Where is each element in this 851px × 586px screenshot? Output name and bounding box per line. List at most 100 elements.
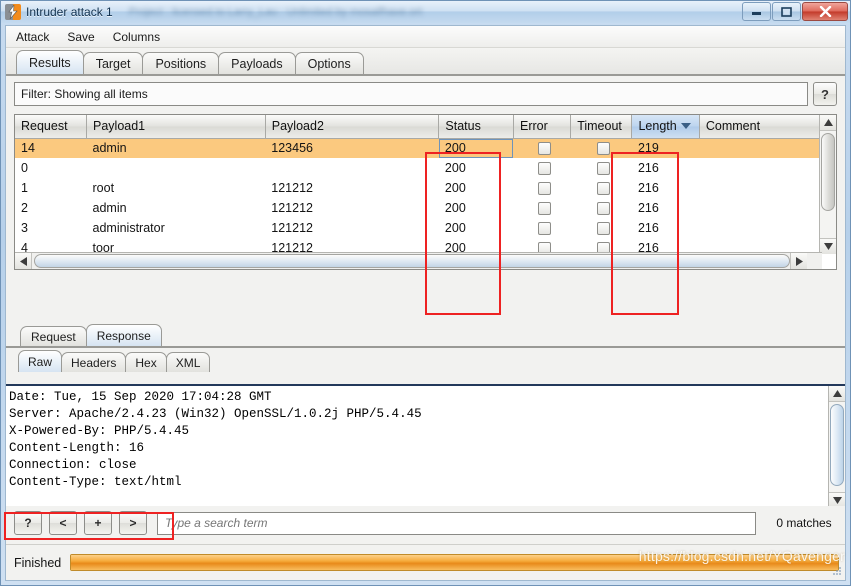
tab-target[interactable]: Target — [82, 52, 144, 74]
scroll-up-icon[interactable] — [819, 115, 836, 131]
close-button[interactable] — [802, 2, 848, 21]
timeout-checkbox[interactable] — [597, 222, 611, 236]
search-help-button[interactable]: ? — [14, 511, 42, 535]
tab-options[interactable]: Options — [294, 52, 364, 74]
tab-payloads[interactable]: Payloads — [218, 52, 296, 74]
cell-timeout[interactable] — [571, 218, 632, 238]
cell-payload2: 123456 — [265, 138, 439, 158]
response-scroll-track[interactable] — [828, 402, 845, 492]
column-header-timeout[interactable]: Timeout — [570, 115, 633, 139]
cell-payload2: 121212 — [271, 201, 313, 215]
tab-results[interactable]: Results — [16, 50, 84, 74]
cell-error[interactable] — [513, 198, 570, 218]
cell-status: 200 — [444, 181, 466, 195]
cell-timeout[interactable] — [571, 198, 632, 218]
tab-xml[interactable]: XML — [165, 352, 211, 372]
tab-headers[interactable]: Headers — [61, 352, 127, 372]
column-header-error[interactable]: Error — [513, 115, 572, 139]
timeout-checkbox[interactable] — [597, 162, 611, 176]
cell-error[interactable] — [513, 218, 570, 238]
resize-grip-icon[interactable] — [830, 566, 842, 578]
cell-length: 216 — [637, 181, 659, 195]
search-add-button[interactable]: + — [84, 511, 112, 535]
results-table-vertical-scrollbar[interactable] — [819, 115, 836, 254]
message-panel: Request Response Raw Headers Hex XML Dat… — [6, 322, 845, 544]
column-header-comment[interactable]: Comment — [699, 115, 822, 139]
table-row[interactable]: 3 administrator 121212 200 216 — [15, 218, 822, 238]
error-checkbox[interactable] — [538, 182, 552, 196]
cell-timeout[interactable] — [570, 138, 632, 158]
response-body-viewer[interactable]: Date: Tue, 15 Sep 2020 17:04:28 GMT Serv… — [6, 384, 845, 506]
tab-positions[interactable]: Positions — [142, 52, 220, 74]
scroll-right-icon[interactable] — [790, 253, 807, 269]
cell-comment — [699, 178, 822, 198]
tab-hex[interactable]: Hex — [125, 352, 167, 372]
error-checkbox[interactable] — [538, 142, 552, 156]
column-header-payload2[interactable]: Payload2 — [265, 115, 440, 139]
search-input[interactable]: Type a search term — [157, 511, 756, 535]
column-header-length[interactable]: Length — [631, 115, 700, 139]
tab-response[interactable]: Response — [85, 324, 162, 346]
attack-progress-fill — [71, 555, 838, 570]
search-prev-button[interactable]: < — [49, 511, 77, 535]
timeout-checkbox[interactable] — [597, 202, 611, 216]
error-checkbox[interactable] — [538, 162, 552, 176]
horizontal-scroll-thumb[interactable] — [34, 254, 790, 268]
cell-comment — [699, 198, 822, 218]
error-checkbox[interactable] — [538, 202, 552, 216]
scroll-up-icon[interactable] — [828, 386, 845, 402]
tab-request[interactable]: Request — [20, 326, 87, 346]
scroll-down-icon[interactable] — [828, 492, 845, 506]
vertical-scroll-track[interactable] — [819, 131, 836, 238]
cell-error[interactable] — [513, 138, 571, 158]
column-header-error-label: Error — [519, 119, 548, 134]
timeout-checkbox[interactable] — [597, 182, 611, 196]
response-scroll-thumb[interactable] — [829, 404, 844, 486]
menu-item-attack[interactable]: Attack — [14, 29, 51, 45]
plus-icon: + — [94, 516, 102, 530]
chevron-down-icon — [680, 123, 691, 130]
column-header-status-label: Status — [445, 119, 481, 134]
error-checkbox[interactable] — [538, 222, 552, 236]
cell-timeout[interactable] — [571, 158, 632, 178]
timeout-checkbox[interactable] — [597, 142, 611, 156]
cell-error[interactable] — [513, 178, 570, 198]
chevron-left-icon: < — [59, 516, 67, 530]
maximize-button[interactable] — [772, 2, 801, 21]
table-row[interactable]: 14 admin 123456 200 219 — [15, 138, 822, 158]
tab-positions-label: Positions — [155, 56, 207, 71]
cell-request: 3 — [21, 221, 28, 235]
menu-item-columns[interactable]: Columns — [111, 29, 162, 45]
column-header-request[interactable]: Request — [15, 115, 87, 139]
table-row[interactable]: 2 admin 121212 200 216 — [15, 198, 822, 218]
menu-item-save[interactable]: Save — [65, 29, 96, 45]
filter-bar[interactable]: Filter: Showing all items — [14, 82, 808, 106]
table-row[interactable]: 1 root 121212 200 216 — [15, 178, 822, 198]
results-panel: Filter: Showing all items ? Request Payl… — [6, 76, 845, 270]
status-bar: Finished https://blog.csdn.net/YQavenger — [6, 544, 845, 580]
response-vertical-scrollbar[interactable] — [828, 386, 845, 506]
tab-request-label: Request — [31, 329, 76, 344]
cell-status: 200 — [444, 201, 466, 215]
column-header-status[interactable]: Status — [438, 115, 514, 139]
cell-error[interactable] — [513, 158, 570, 178]
search-next-button[interactable]: > — [119, 511, 147, 535]
cell-payload1: admin — [92, 201, 127, 215]
cell-comment — [699, 158, 822, 178]
menu-bar: Attack Save Columns — [6, 26, 845, 48]
column-header-payload1[interactable]: Payload1 — [86, 115, 266, 139]
vertical-scroll-thumb[interactable] — [820, 133, 835, 211]
scroll-left-icon[interactable] — [15, 253, 32, 269]
cell-payload1 — [87, 158, 266, 178]
cell-status: 200 — [444, 161, 466, 175]
results-table-horizontal-scrollbar[interactable] — [15, 252, 822, 269]
minimize-button[interactable] — [742, 2, 771, 21]
scroll-down-icon[interactable] — [819, 238, 836, 254]
cell-timeout[interactable] — [571, 178, 632, 198]
tab-options-label: Options — [307, 56, 351, 71]
cell-payload1: admin — [86, 138, 266, 158]
cell-status: 200 — [444, 221, 466, 235]
tab-raw[interactable]: Raw — [18, 350, 63, 372]
filter-help-button[interactable]: ? — [813, 82, 837, 106]
table-row[interactable]: 0 200 216 — [15, 158, 822, 178]
